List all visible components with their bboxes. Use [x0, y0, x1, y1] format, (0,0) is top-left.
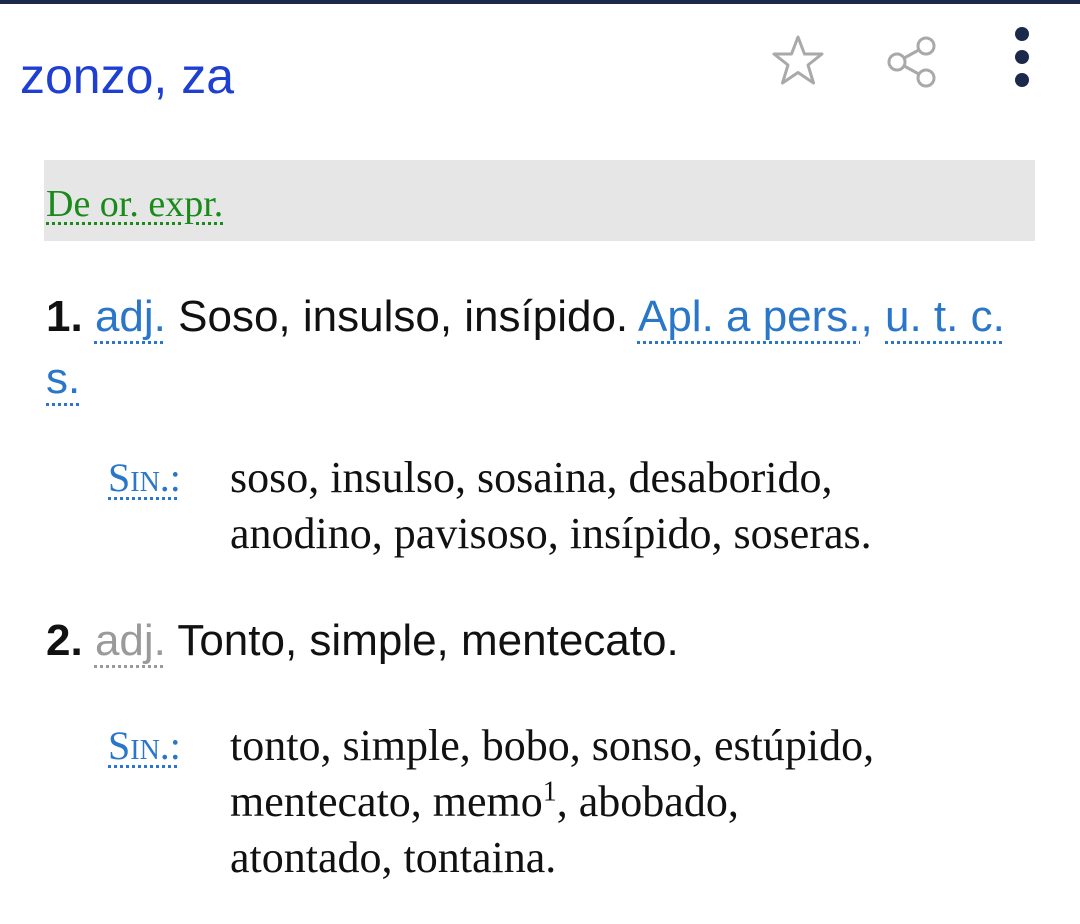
definition-text: Tonto, simple, mentecato.	[177, 616, 679, 665]
synonyms-label[interactable]: Sin.:	[108, 718, 230, 774]
synonym-word: mentecato, memo	[230, 777, 543, 826]
definition-text: Soso, insulso, insípido.	[178, 292, 629, 341]
synonyms-list: tonto, simple, bobo, sonso, estúpido, me…	[230, 718, 1048, 886]
synonyms-line: soso, insulso, sosaina, desaborido,	[230, 453, 833, 502]
more-options-button[interactable]	[1000, 24, 1044, 94]
synonyms-block-1: Sin.: soso, insulso, sosaina, desaborido…	[108, 450, 1048, 562]
definition-1: 1. adj. Soso, insulso, insípido. Apl. a …	[46, 286, 1036, 410]
synonyms-label[interactable]: Sin.:	[108, 450, 230, 506]
synonyms-line: tonto, simple, bobo, sonso, estúpido,	[230, 721, 875, 770]
pos-abbr-link[interactable]: adj.	[95, 616, 166, 665]
more-vert-icon	[1015, 27, 1029, 87]
synonyms-block-2: Sin.: tonto, simple, bobo, sonso, estúpi…	[108, 718, 1048, 886]
usage-note-link[interactable]: Apl. a pers.	[638, 292, 861, 341]
definition-2: 2. adj. Tonto, simple, mentecato.	[46, 610, 1036, 672]
etymology-bar: De or. expr.	[44, 160, 1035, 241]
synonym-word: , abobado,	[556, 777, 739, 826]
definition-number: 1.	[46, 292, 83, 341]
favorite-button[interactable]	[766, 30, 830, 94]
synonyms-list: soso, insulso, sosaina, desaborido, anod…	[230, 450, 1048, 562]
definition-number: 2.	[46, 616, 83, 665]
pos-abbr-link[interactable]: adj.	[95, 292, 166, 341]
top-border	[0, 0, 1080, 4]
share-icon	[887, 36, 936, 88]
entry-title: zonzo, za	[20, 48, 235, 104]
synonyms-line: atontado, tontaina.	[230, 833, 557, 882]
homograph-superscript: 1	[542, 776, 557, 808]
synonyms-line: anodino, pavisoso, insípido, soseras.	[230, 509, 872, 558]
etymology-link[interactable]: De or. expr.	[46, 182, 223, 226]
usage-note-separator: ,	[860, 292, 873, 341]
star-outline-icon	[772, 35, 824, 85]
synonyms-line: mentecato, memo1, abobado,	[230, 774, 1048, 830]
share-button[interactable]	[880, 30, 944, 94]
